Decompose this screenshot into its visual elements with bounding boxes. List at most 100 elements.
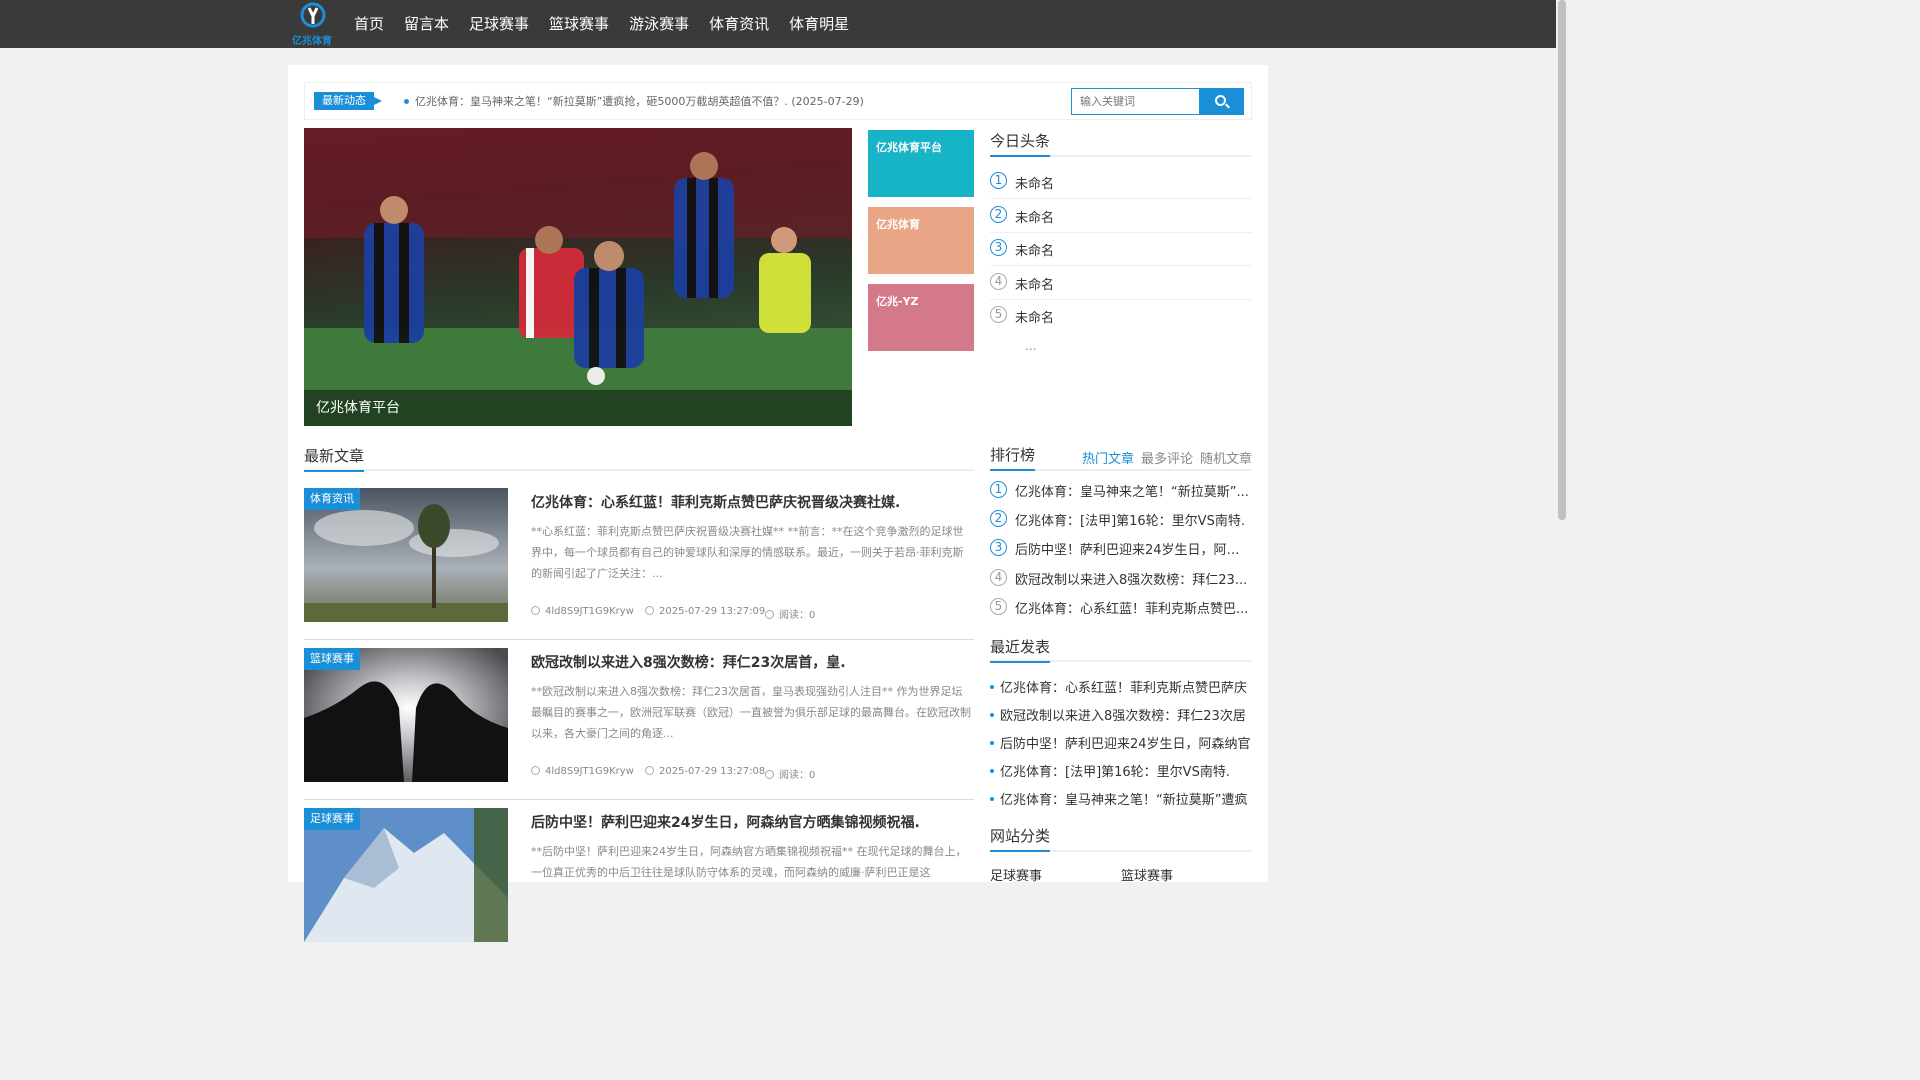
article-card[interactable]: 足球赛事 后防中坚！萨利巴迎来24岁生日，阿森纳官方晒集锦视频祝福. **后防中… [304,808,974,960]
search-button[interactable] [1200,88,1244,115]
ranking-item[interactable]: 1 亿兆体育：皇马神来之笔！“新拉莫斯”... [990,475,1252,504]
category-link-football[interactable]: 足球赛事 [990,865,1042,884]
bullet-icon [990,685,994,689]
clock-icon [645,766,654,775]
nav-guestbook[interactable]: 留言本 [394,0,459,48]
article-category-tag[interactable]: 篮球赛事 [304,648,360,670]
headline-link[interactable]: 未命名 [1015,274,1251,293]
article-summary: **后防中坚！萨利巴迎来24岁生日，阿森纳官方晒集锦视频祝福** 在现代足球的舞… [531,845,967,879]
article-summary: **欧冠改制以来进入8强次数榜：拜仁23次居首，皇马表现强劲引人注目** 作为世… [531,685,971,740]
ranking-link[interactable]: 亿兆体育：皇马神来之笔！“新拉莫斯”... [1015,481,1251,500]
clock-icon [645,606,654,615]
read-count: 阅读：0 [779,610,816,621]
nav-sports-stars[interactable]: 体育明星 [779,0,859,48]
headline-link[interactable]: 未命名 [1015,173,1251,192]
rank-number-badge: 4 [990,273,1007,290]
nav-swimming[interactable]: 游泳赛事 [619,0,699,48]
rank-number-badge: 4 [990,569,1007,586]
headline-link[interactable]: 未命名 [1015,207,1251,226]
bullet-icon [990,741,994,745]
news-ticker: 最新动态 亿兆体育：皇马神来之笔！“新拉莫斯”遭疯抢，砸5000万截胡英超值不值… [304,82,1252,120]
section-divider [304,469,974,471]
headline-item[interactable]: 4 未命名 [990,267,1252,300]
article-reads: 阅读：0 [765,606,815,621]
article-title[interactable]: 后防中坚！萨利巴迎来24岁生日，阿森纳官方晒集锦视频祝福. [531,812,920,832]
article-category-tag[interactable]: 足球赛事 [304,808,360,830]
promo-tile-2[interactable]: 亿兆体育 [868,207,974,274]
headline-item[interactable]: 3 未命名 [990,233,1252,266]
headline-item[interactable]: 1 未命名 [990,166,1252,199]
article-card[interactable]: 体育资讯 亿兆体育：心系红蓝！菲利克斯点赞巴萨庆祝晋级决赛社媒. **心系红蓝：… [304,488,974,640]
eye-icon [765,610,774,619]
main-nav: 首页 留言本 足球赛事 篮球赛事 游泳赛事 体育资讯 体育明星 [344,0,859,48]
main-container: 最新动态 亿兆体育：皇马神来之笔！“新拉莫斯”遭疯抢，砸5000万截胡英超值不值… [288,65,1268,942]
article-thumbnail[interactable]: 篮球赛事 [304,648,508,782]
category-link-basketball[interactable]: 篮球赛事 [1121,865,1173,884]
ranking-item[interactable]: 4 欧冠改制以来进入8强次数榜：拜仁23... [990,563,1252,592]
promo-tile-3[interactable]: 亿兆-YZ [868,284,974,351]
latest-articles-title: 最新文章 [304,445,365,472]
recent-posts-title: 最近发表 [990,636,1051,663]
recent-post-link[interactable]: 亿兆体育：[法甲]第16轮：里尔VS南特. [1000,765,1230,780]
headline-link[interactable]: 未命名 [1015,307,1251,326]
nav-home[interactable]: 首页 [344,0,394,48]
article-category-tag[interactable]: 体育资讯 [304,488,360,510]
recent-post-link[interactable]: 亿兆体育：皇马神来之笔！“新拉莫斯”遭疯 [1000,793,1247,808]
tab-random-articles[interactable]: 随机文章 [1200,448,1252,467]
headlines-more: ... [1025,339,1037,353]
read-count: 阅读：0 [779,770,816,781]
publish-time: 2025-07-29 13:27:09 [659,606,766,617]
article-thumbnail[interactable]: 足球赛事 [304,808,508,942]
tab-hot-articles[interactable]: 热门文章 [1082,448,1134,467]
ranking-item[interactable]: 5 亿兆体育：心系红蓝！菲利克斯点赞巴... [990,592,1252,621]
tab-most-comments[interactable]: 最多评论 [1141,448,1193,467]
article-reads: 阅读：0 [765,766,815,781]
nav-basketball[interactable]: 篮球赛事 [539,0,619,48]
recent-post-item[interactable]: 亿兆体育：[法甲]第16轮：里尔VS南特. [990,761,1252,780]
bullet-icon [990,769,994,773]
rank-number-badge: 2 [990,510,1007,527]
search-input[interactable] [1071,88,1200,115]
article-author: 4ld8S9JT1G9Kryw [531,606,634,617]
recent-post-item[interactable]: 亿兆体育：心系红蓝！菲利克斯点赞巴萨庆 [990,677,1252,696]
nav-sports-news[interactable]: 体育资讯 [699,0,779,48]
recent-post-link[interactable]: 亿兆体育：心系红蓝！菲利克斯点赞巴萨庆 [1000,681,1247,696]
article-summary: **心系红蓝：菲利克斯点赞巴萨庆祝晋级决赛社媒** **前言：**在这个竞争激烈… [531,525,964,580]
rank-number-badge: 2 [990,206,1007,223]
site-logo[interactable]: 亿兆体育 [292,2,332,47]
article-title[interactable]: 欧冠改制以来进入8强次数榜：拜仁23次居首，皇. [531,652,846,672]
bullet-icon [990,713,994,717]
ranking-item[interactable]: 3 后防中坚！萨利巴迎来24岁生日，阿森... [990,533,1252,562]
ranking-link[interactable]: 亿兆体育：[法甲]第16轮：里尔VS南特. [1015,510,1251,529]
logo-text: 亿兆体育 [292,36,332,47]
ranking-link[interactable]: 欧冠改制以来进入8强次数榜：拜仁23... [1015,569,1251,588]
ranking-link[interactable]: 亿兆体育：心系红蓝！菲利克斯点赞巴... [1015,598,1251,617]
recent-post-link[interactable]: 欧冠改制以来进入8强次数榜：拜仁23次居 [1000,709,1246,724]
nav-football[interactable]: 足球赛事 [459,0,539,48]
article-card[interactable]: 篮球赛事 欧冠改制以来进入8强次数榜：拜仁23次居首，皇. **欧冠改制以来进入… [304,648,974,800]
headline-item[interactable]: 2 未命名 [990,200,1252,233]
ranking-item[interactable]: 2 亿兆体育：[法甲]第16轮：里尔VS南特. [990,504,1252,533]
hero-slider[interactable]: 亿兆体育平台 [304,128,852,426]
author-name: 4ld8S9JT1G9Kryw [545,606,634,617]
headline-item[interactable]: 5 未命名 [990,300,1252,333]
scrollbar-thumb[interactable] [1558,0,1566,520]
hero-image [304,128,852,426]
rank-number-badge: 1 [990,481,1007,498]
ticker-dot-icon [404,99,409,104]
headlines-title: 今日头条 [990,130,1051,157]
hero-caption: 亿兆体育平台 [304,390,852,426]
article-thumbnail[interactable]: 体育资讯 [304,488,508,622]
recent-post-link[interactable]: 后防中坚！萨利巴迎来24岁生日，阿森纳官 [1000,737,1251,752]
recent-post-item[interactable]: 亿兆体育：皇马神来之笔！“新拉莫斯”遭疯 [990,789,1252,808]
article-title[interactable]: 亿兆体育：心系红蓝！菲利克斯点赞巴萨庆祝晋级决赛社媒. [531,492,900,512]
headline-link[interactable]: 未命名 [1015,240,1251,259]
search-icon [1215,95,1226,106]
promo-tile-1[interactable]: 亿兆体育平台 [868,130,974,197]
ticker-link[interactable]: 亿兆体育：皇马神来之笔！“新拉莫斯”遭疯抢，砸5000万截胡英超值不值？. (2… [415,93,864,109]
recent-post-item[interactable]: 欧冠改制以来进入8强次数榜：拜仁23次居 [990,705,1252,724]
bullet-icon [990,797,994,801]
ranking-link[interactable]: 后防中坚！萨利巴迎来24岁生日，阿森... [1015,539,1251,558]
user-icon [531,766,540,775]
recent-post-item[interactable]: 后防中坚！萨利巴迎来24岁生日，阿森纳官 [990,733,1252,752]
